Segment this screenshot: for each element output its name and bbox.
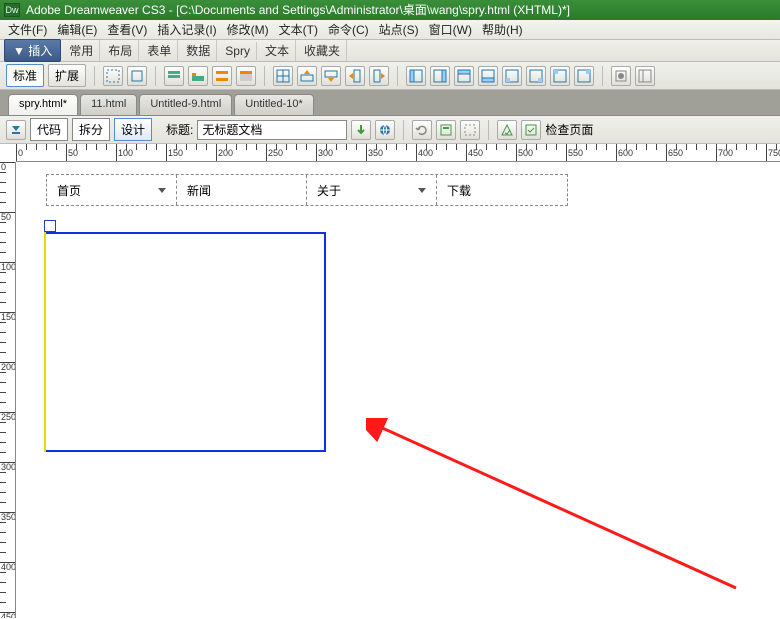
spry-menu-item[interactable]: 下载 [437,175,567,205]
insert-row-above-icon[interactable] [297,66,317,86]
doc-tab[interactable]: 11.html [80,94,137,115]
file-management-icon[interactable] [351,120,371,140]
doc-tab[interactable]: Untitled-10* [234,94,313,115]
view-options2-icon[interactable] [436,120,456,140]
spry-accordion-icon[interactable] [212,66,232,86]
spry-menu-item[interactable]: 新闻 [177,175,307,205]
insert-tab-text[interactable]: 文本 [259,40,296,61]
ruler-horizontal: 0501001502002503003504004505005506006507… [16,144,780,162]
spry-menu-bar[interactable]: 首页 新闻 关于 下载 [46,174,568,206]
title-bar: Dw Adobe Dreamweaver CS3 - [C:\Documents… [0,0,780,20]
menu-help[interactable]: 帮助(H) [478,22,527,37]
frame-bottom-icon[interactable] [478,66,498,86]
menu-window[interactable]: 窗口(W) [425,22,476,37]
menu-view[interactable]: 查看(V) [103,22,151,37]
menu-item-label: 下载 [447,182,471,199]
menu-item-label: 关于 [317,182,341,199]
insert-tab-data[interactable]: 数据 [180,40,217,61]
view-code[interactable]: 代码 [30,118,68,141]
insert-dropdown[interactable]: ▼ 插入 [4,39,61,62]
divider [397,66,398,86]
menu-item-label: 首页 [57,182,81,199]
view-options-icon[interactable] [6,120,26,140]
design-canvas[interactable]: 首页 新闻 关于 下载 [16,162,780,618]
insert-tab-spry[interactable]: Spry [219,42,257,60]
annotation-arrow [366,418,746,598]
divider [155,66,156,86]
menu-item-label: 新闻 [187,182,211,199]
title-label: 标题: [166,121,193,138]
document-tabs: spry.html* 11.html Untitled-9.html Untit… [0,90,780,116]
frame-bl-icon[interactable] [502,66,522,86]
ruler-vertical: 050100150200250300350400450 [0,162,16,618]
frame-tl-icon[interactable] [550,66,570,86]
frame-top-icon[interactable] [454,66,474,86]
divider [403,120,404,140]
check-icon[interactable] [521,120,541,140]
divider [264,66,265,86]
frame-br-icon[interactable] [526,66,546,86]
view-split[interactable]: 拆分 [72,118,110,141]
draw-ap-div-icon[interactable] [127,66,147,86]
table-icon[interactable] [273,66,293,86]
frames-icon[interactable] [635,66,655,86]
layout-toolbar: 标准 扩展 [0,62,780,90]
menu-site[interactable]: 站点(S) [375,22,423,37]
divider [602,66,603,86]
divider [94,66,95,86]
insert-bar: ▼ 插入 常用 布局 表单 数据 Spry 文本 收藏夹 [0,40,780,62]
insert-tab-common[interactable]: 常用 [63,40,100,61]
spry-collapse-icon[interactable] [236,66,256,86]
ap-div-handle[interactable] [44,220,56,232]
menu-file[interactable]: 文件(F) [4,22,51,37]
window-title: Adobe Dreamweaver CS3 - [C:\Documents an… [26,0,570,20]
spry-menu-icon[interactable] [164,66,184,86]
chevron-down-icon [158,188,166,193]
divider [488,120,489,140]
preview-browser-icon[interactable] [375,120,395,140]
frame-left-icon[interactable] [406,66,426,86]
menu-bar: 文件(F) 编辑(E) 查看(V) 插入记录(I) 修改(M) 文本(T) 命令… [0,20,780,40]
title-input[interactable] [197,120,347,140]
insert-tab-forms[interactable]: 表单 [141,40,178,61]
check-page-label[interactable]: 检查页面 [545,121,593,138]
validate-icon[interactable] [497,120,517,140]
view-design[interactable]: 设计 [114,118,152,141]
insert-col-right-icon[interactable] [369,66,389,86]
insert-row-below-icon[interactable] [321,66,341,86]
menu-edit[interactable]: 编辑(E) [53,22,101,37]
frame-right-icon[interactable] [430,66,450,86]
doc-tab[interactable]: Untitled-9.html [139,94,232,115]
mode-standard[interactable]: 标准 [6,64,44,87]
spry-menu-item[interactable]: 关于 [307,175,437,205]
menu-modify[interactable]: 修改(M) [223,22,273,37]
visual-aids-icon[interactable] [460,120,480,140]
iframe-icon[interactable] [611,66,631,86]
menu-commands[interactable]: 命令(C) [324,22,373,37]
spry-menu-item[interactable]: 首页 [47,175,177,205]
menu-insert[interactable]: 插入记录(I) [153,22,220,37]
mode-extended[interactable]: 扩展 [48,64,86,87]
document-toolbar: 代码 拆分 设计 标题: 检查页面 [0,116,780,144]
chevron-down-icon [418,188,426,193]
refresh-icon[interactable] [412,120,432,140]
insert-tab-fav[interactable]: 收藏夹 [298,40,347,61]
menu-text[interactable]: 文本(T) [275,22,322,37]
app-icon: Dw [4,3,20,17]
insert-tab-layout[interactable]: 布局 [102,40,139,61]
insert-col-left-icon[interactable] [345,66,365,86]
doc-tab[interactable]: spry.html* [8,94,78,115]
insert-div-icon[interactable] [103,66,123,86]
ap-div-selected[interactable] [44,232,326,452]
frame-tr-icon[interactable] [574,66,594,86]
spry-tab-icon[interactable] [188,66,208,86]
